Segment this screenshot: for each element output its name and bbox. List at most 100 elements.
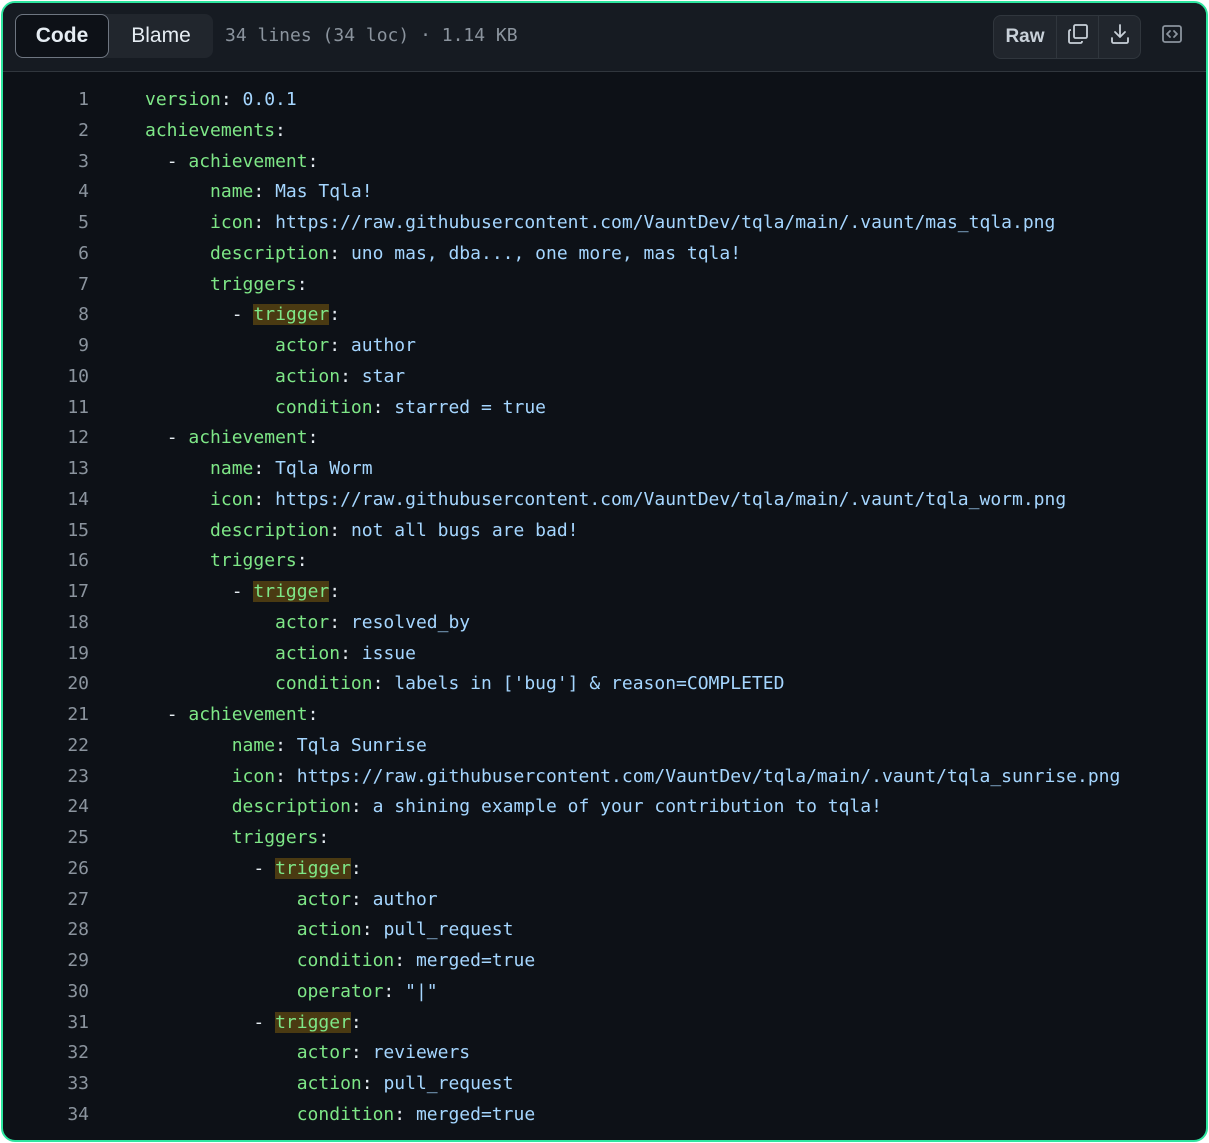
line-content: name: Tqla Sunrise [145, 731, 427, 762]
code-line: 21 - achievement: [3, 700, 1206, 731]
code-line: 29 condition: merged=true [3, 946, 1206, 977]
yaml-key: achievements [145, 119, 276, 141]
line-number[interactable]: 31 [3, 1008, 89, 1039]
yaml-value: a shining example of your contribution t… [372, 796, 882, 818]
line-number[interactable]: 2 [3, 116, 89, 147]
line-content: - achievement: [145, 147, 319, 178]
line-number[interactable]: 17 [3, 577, 89, 608]
line-number[interactable]: 7 [3, 270, 89, 301]
yaml-value: uno mas, dba..., one more, mas tqla! [350, 242, 742, 264]
code-line: 1 version: 0.0.1 [3, 85, 1206, 116]
yaml-key: description [231, 796, 351, 818]
line-content: - trigger: [145, 300, 340, 331]
line-content: version: 0.0.1 [145, 85, 297, 116]
line-content: description: a shining example of your c… [145, 792, 882, 823]
line-number[interactable]: 25 [3, 823, 89, 854]
highlighted-key: trigger [253, 304, 330, 326]
line-number[interactable]: 23 [3, 762, 89, 793]
code-tab[interactable]: Code [15, 14, 109, 58]
yaml-key: achievement [188, 427, 308, 449]
line-number[interactable]: 29 [3, 946, 89, 977]
line-number[interactable]: 19 [3, 639, 89, 670]
line-number[interactable]: 21 [3, 700, 89, 731]
code-line: 34 condition: merged=true [3, 1100, 1206, 1131]
line-content: - trigger: [145, 1008, 362, 1039]
list-dash: - [166, 150, 189, 172]
line-number[interactable]: 28 [3, 915, 89, 946]
line-number[interactable]: 12 [3, 423, 89, 454]
line-content: actor: author [145, 885, 438, 916]
line-content: icon: https://raw.githubusercontent.com/… [145, 762, 1121, 793]
code-line: 16 triggers: [3, 546, 1206, 577]
line-number[interactable]: 10 [3, 362, 89, 393]
line-number[interactable]: 18 [3, 608, 89, 639]
blame-tab[interactable]: Blame [109, 14, 213, 58]
line-number[interactable]: 8 [3, 300, 89, 331]
colon: : [307, 704, 319, 725]
line-number[interactable]: 26 [3, 854, 89, 885]
line-number[interactable]: 22 [3, 731, 89, 762]
raw-button[interactable]: Raw [994, 16, 1056, 58]
line-number[interactable]: 4 [3, 177, 89, 208]
line-number[interactable]: 11 [3, 393, 89, 424]
yaml-value: pull_request [383, 1073, 514, 1094]
code-line: 22 name: Tqla Sunrise [3, 731, 1206, 762]
line-number[interactable]: 9 [3, 331, 89, 362]
line-number[interactable]: 3 [3, 147, 89, 178]
line-content: action: issue [145, 639, 416, 670]
line-content: triggers: [145, 546, 308, 577]
copy-raw-button[interactable] [1056, 16, 1098, 58]
code-view: 1 version: 0.0.1 2 achievements: 3 - achieve… [3, 85, 1206, 1131]
colon: : [329, 304, 341, 326]
colon: : [253, 212, 265, 233]
line-number[interactable]: 24 [3, 792, 89, 823]
line-number[interactable]: 27 [3, 885, 89, 916]
line-number[interactable]: 34 [3, 1100, 89, 1131]
list-dash: - [166, 427, 189, 449]
line-content: condition: labels in ['bug'] & reason=CO… [145, 669, 784, 700]
line-number[interactable]: 14 [3, 485, 89, 516]
symbols-panel-button[interactable] [1156, 20, 1188, 52]
line-number[interactable]: 1 [3, 85, 89, 116]
line-number[interactable]: 16 [3, 546, 89, 577]
line-number[interactable]: 20 [3, 669, 89, 700]
code-line: 27 actor: author [3, 885, 1206, 916]
line-number[interactable]: 5 [3, 208, 89, 239]
list-dash: - [231, 581, 254, 602]
line-number[interactable]: 30 [3, 977, 89, 1008]
yaml-value: author [350, 335, 416, 356]
code-line: 5 icon: https://raw.githubusercontent.co… [3, 208, 1206, 239]
line-number[interactable]: 15 [3, 516, 89, 547]
line-number[interactable]: 6 [3, 239, 89, 270]
yaml-key: actor [275, 335, 330, 356]
colon: : [372, 396, 384, 418]
colon: : [329, 519, 341, 541]
colon: : [394, 1103, 406, 1125]
line-number[interactable]: 33 [3, 1069, 89, 1100]
line-content: condition: merged=true [145, 1100, 535, 1131]
line-content: achievements: [145, 116, 286, 147]
colon: : [340, 365, 351, 387]
line-content: condition: merged=true [145, 946, 535, 977]
line-content: - achievement: [145, 700, 319, 731]
line-number[interactable]: 13 [3, 454, 89, 485]
yaml-key: action [296, 919, 362, 941]
download-button[interactable] [1098, 16, 1140, 58]
line-number[interactable]: 32 [3, 1038, 89, 1069]
code-line: 28 action: pull_request [3, 915, 1206, 946]
yaml-key: icon [210, 488, 254, 510]
